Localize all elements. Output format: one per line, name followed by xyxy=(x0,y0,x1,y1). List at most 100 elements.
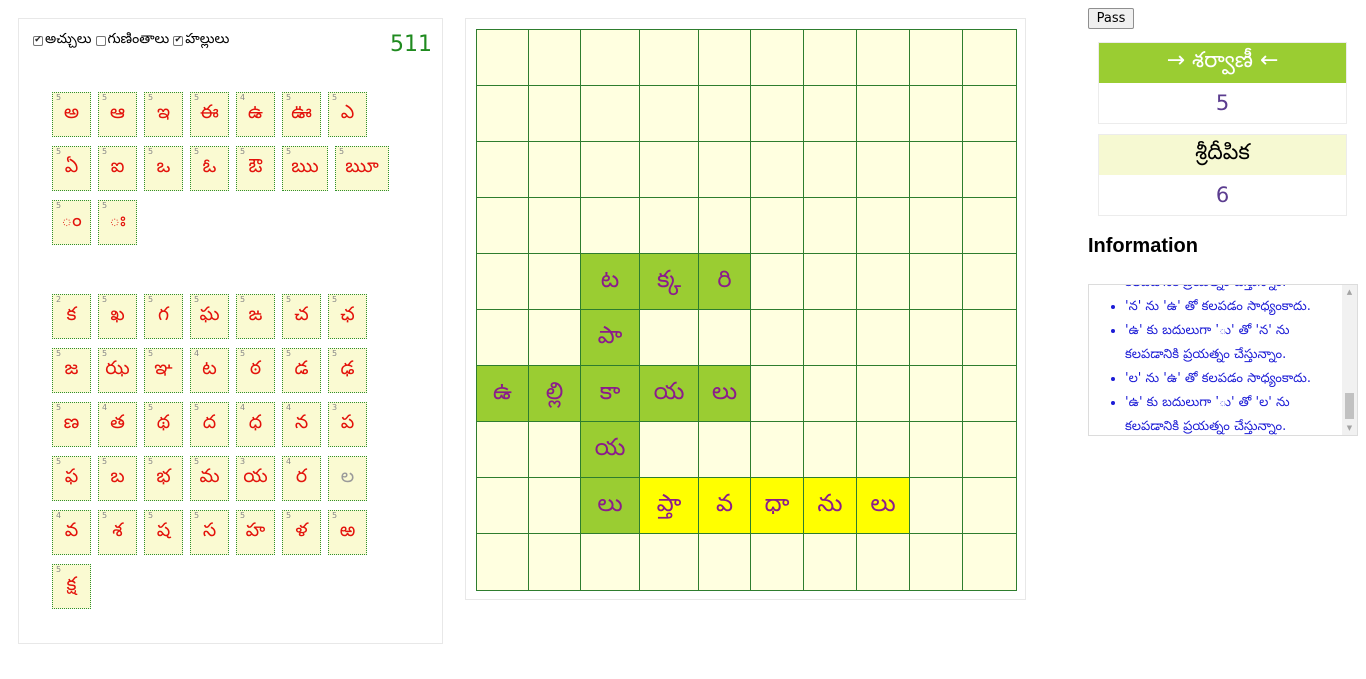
consonant-tile[interactable]: 5మ xyxy=(190,456,229,501)
board-cell[interactable] xyxy=(580,533,640,591)
guninthalu-checkbox[interactable] xyxy=(95,35,106,46)
board-cell[interactable] xyxy=(803,29,857,86)
board-cell[interactable] xyxy=(856,85,910,142)
consonant-tile[interactable]: 5థ xyxy=(144,402,183,447)
board-cell[interactable] xyxy=(909,197,963,254)
board-cell[interactable] xyxy=(639,309,699,366)
board-cell[interactable] xyxy=(962,533,1017,591)
board-cell-letter[interactable]: క్క xyxy=(639,253,699,310)
vowel-tile[interactable]: 4ఉ xyxy=(236,92,275,137)
board-cell[interactable] xyxy=(909,141,963,198)
board-cell[interactable] xyxy=(476,253,529,310)
board-cell[interactable] xyxy=(476,85,529,142)
board-cell[interactable] xyxy=(528,421,581,478)
board-cell[interactable] xyxy=(528,197,581,254)
vowel-tile[interactable]: 5ఐ xyxy=(98,146,137,191)
vowel-tile[interactable]: 5ఎ xyxy=(328,92,367,137)
board-cell[interactable] xyxy=(803,141,857,198)
board-cell[interactable] xyxy=(698,309,751,366)
board-cell[interactable] xyxy=(698,533,751,591)
consonant-tile[interactable]: 5డ xyxy=(282,348,321,393)
consonant-tile[interactable]: 4ట xyxy=(190,348,229,393)
consonant-tile[interactable]: 5ఝ xyxy=(98,348,137,393)
board-cell[interactable] xyxy=(528,309,581,366)
board-cell[interactable] xyxy=(750,29,804,86)
board-cell[interactable] xyxy=(909,85,963,142)
board-cell[interactable] xyxy=(909,533,963,591)
board-cell-letter[interactable]: రి xyxy=(698,253,751,310)
vowels-checkbox[interactable]: ✔ xyxy=(33,35,43,46)
consonant-tile[interactable]: 5ఠ xyxy=(236,348,275,393)
board-cell[interactable] xyxy=(528,477,581,534)
board-cell[interactable] xyxy=(750,197,804,254)
consonant-tile[interactable]: 4వ xyxy=(52,510,91,555)
consonant-tile[interactable]: 4ధ xyxy=(236,402,275,447)
board-cell-letter[interactable]: ఉ xyxy=(476,365,529,422)
consonant-tile[interactable]: 3ప xyxy=(328,402,367,447)
pass-button[interactable]: Pass xyxy=(1088,8,1134,29)
board-cell[interactable] xyxy=(856,365,910,422)
board-cell-letter[interactable]: ల్లి xyxy=(528,365,581,422)
vowel-tile[interactable]: 5ఏ xyxy=(52,146,91,191)
board-cell[interactable] xyxy=(962,365,1017,422)
board-cell[interactable] xyxy=(962,253,1017,310)
board-cell[interactable] xyxy=(803,85,857,142)
consonants-checkbox[interactable]: ✔ xyxy=(173,35,184,46)
board-cell[interactable] xyxy=(528,141,581,198)
board-cell[interactable] xyxy=(962,141,1017,198)
scrollbar-thumb[interactable] xyxy=(1345,393,1354,419)
consonant-tile[interactable]: 2క xyxy=(52,294,91,339)
board-cell[interactable] xyxy=(856,253,910,310)
board-cell[interactable] xyxy=(856,29,910,86)
board-cell[interactable] xyxy=(856,141,910,198)
consonant-tile[interactable]: 5భ xyxy=(144,456,183,501)
board-cell[interactable] xyxy=(909,253,963,310)
board-cell[interactable] xyxy=(962,477,1017,534)
board-cell[interactable] xyxy=(750,309,804,366)
vowel-tile[interactable]: 5ఊ xyxy=(282,92,321,137)
board-cell-letter[interactable]: ప్తా xyxy=(639,477,699,534)
vowel-tile[interactable]: 5ౠ xyxy=(335,146,389,191)
consonant-tile[interactable]: 3య xyxy=(236,456,275,501)
board-cell[interactable] xyxy=(909,309,963,366)
board-cell-letter[interactable]: పా xyxy=(580,309,640,366)
consonant-tile[interactable]: 5జ xyxy=(52,348,91,393)
board-cell[interactable] xyxy=(909,29,963,86)
board-cell[interactable] xyxy=(856,309,910,366)
board-cell-letter[interactable]: కా xyxy=(580,365,640,422)
consonant-tile[interactable]: 5ణ xyxy=(52,402,91,447)
board-cell[interactable] xyxy=(698,197,751,254)
board-cell[interactable] xyxy=(639,421,699,478)
board-cell[interactable] xyxy=(750,421,804,478)
consonant-tile[interactable]: 5ఱ xyxy=(328,510,367,555)
filter-consonants[interactable]: ✔ హల్లులు xyxy=(173,31,229,50)
board-cell[interactable] xyxy=(856,421,910,478)
consonant-tile[interactable]: 4త xyxy=(98,402,137,447)
board-cell[interactable] xyxy=(639,533,699,591)
filter-vowels[interactable]: ✔ అచ్చులు xyxy=(33,31,92,50)
board-cell[interactable] xyxy=(580,85,640,142)
board-cell[interactable] xyxy=(750,141,804,198)
vowel-tile[interactable]: 5ఋ xyxy=(282,146,328,191)
board-cell[interactable] xyxy=(962,85,1017,142)
board-cell[interactable] xyxy=(528,85,581,142)
board-cell[interactable] xyxy=(698,29,751,86)
board-cell[interactable] xyxy=(750,253,804,310)
board-cell[interactable] xyxy=(476,533,529,591)
board-cell[interactable] xyxy=(639,141,699,198)
board-cell-letter[interactable]: ను xyxy=(803,477,857,534)
board-cell[interactable] xyxy=(528,253,581,310)
consonant-tile[interactable]: 5ఖ xyxy=(98,294,137,339)
consonant-tile[interactable]: 5ఛ xyxy=(328,294,367,339)
board-cell[interactable] xyxy=(476,309,529,366)
board-cell[interactable] xyxy=(476,29,529,86)
board-cell[interactable] xyxy=(962,421,1017,478)
consonant-tile[interactable]: 5ఫ xyxy=(52,456,91,501)
board-cell[interactable] xyxy=(476,197,529,254)
consonant-tile[interactable]: 5బ xyxy=(98,456,137,501)
consonant-tile[interactable]: 5స xyxy=(190,510,229,555)
consonant-tile[interactable]: 5ఘ xyxy=(190,294,229,339)
board-cell[interactable] xyxy=(639,197,699,254)
board-cell[interactable] xyxy=(856,197,910,254)
board-cell[interactable] xyxy=(750,365,804,422)
